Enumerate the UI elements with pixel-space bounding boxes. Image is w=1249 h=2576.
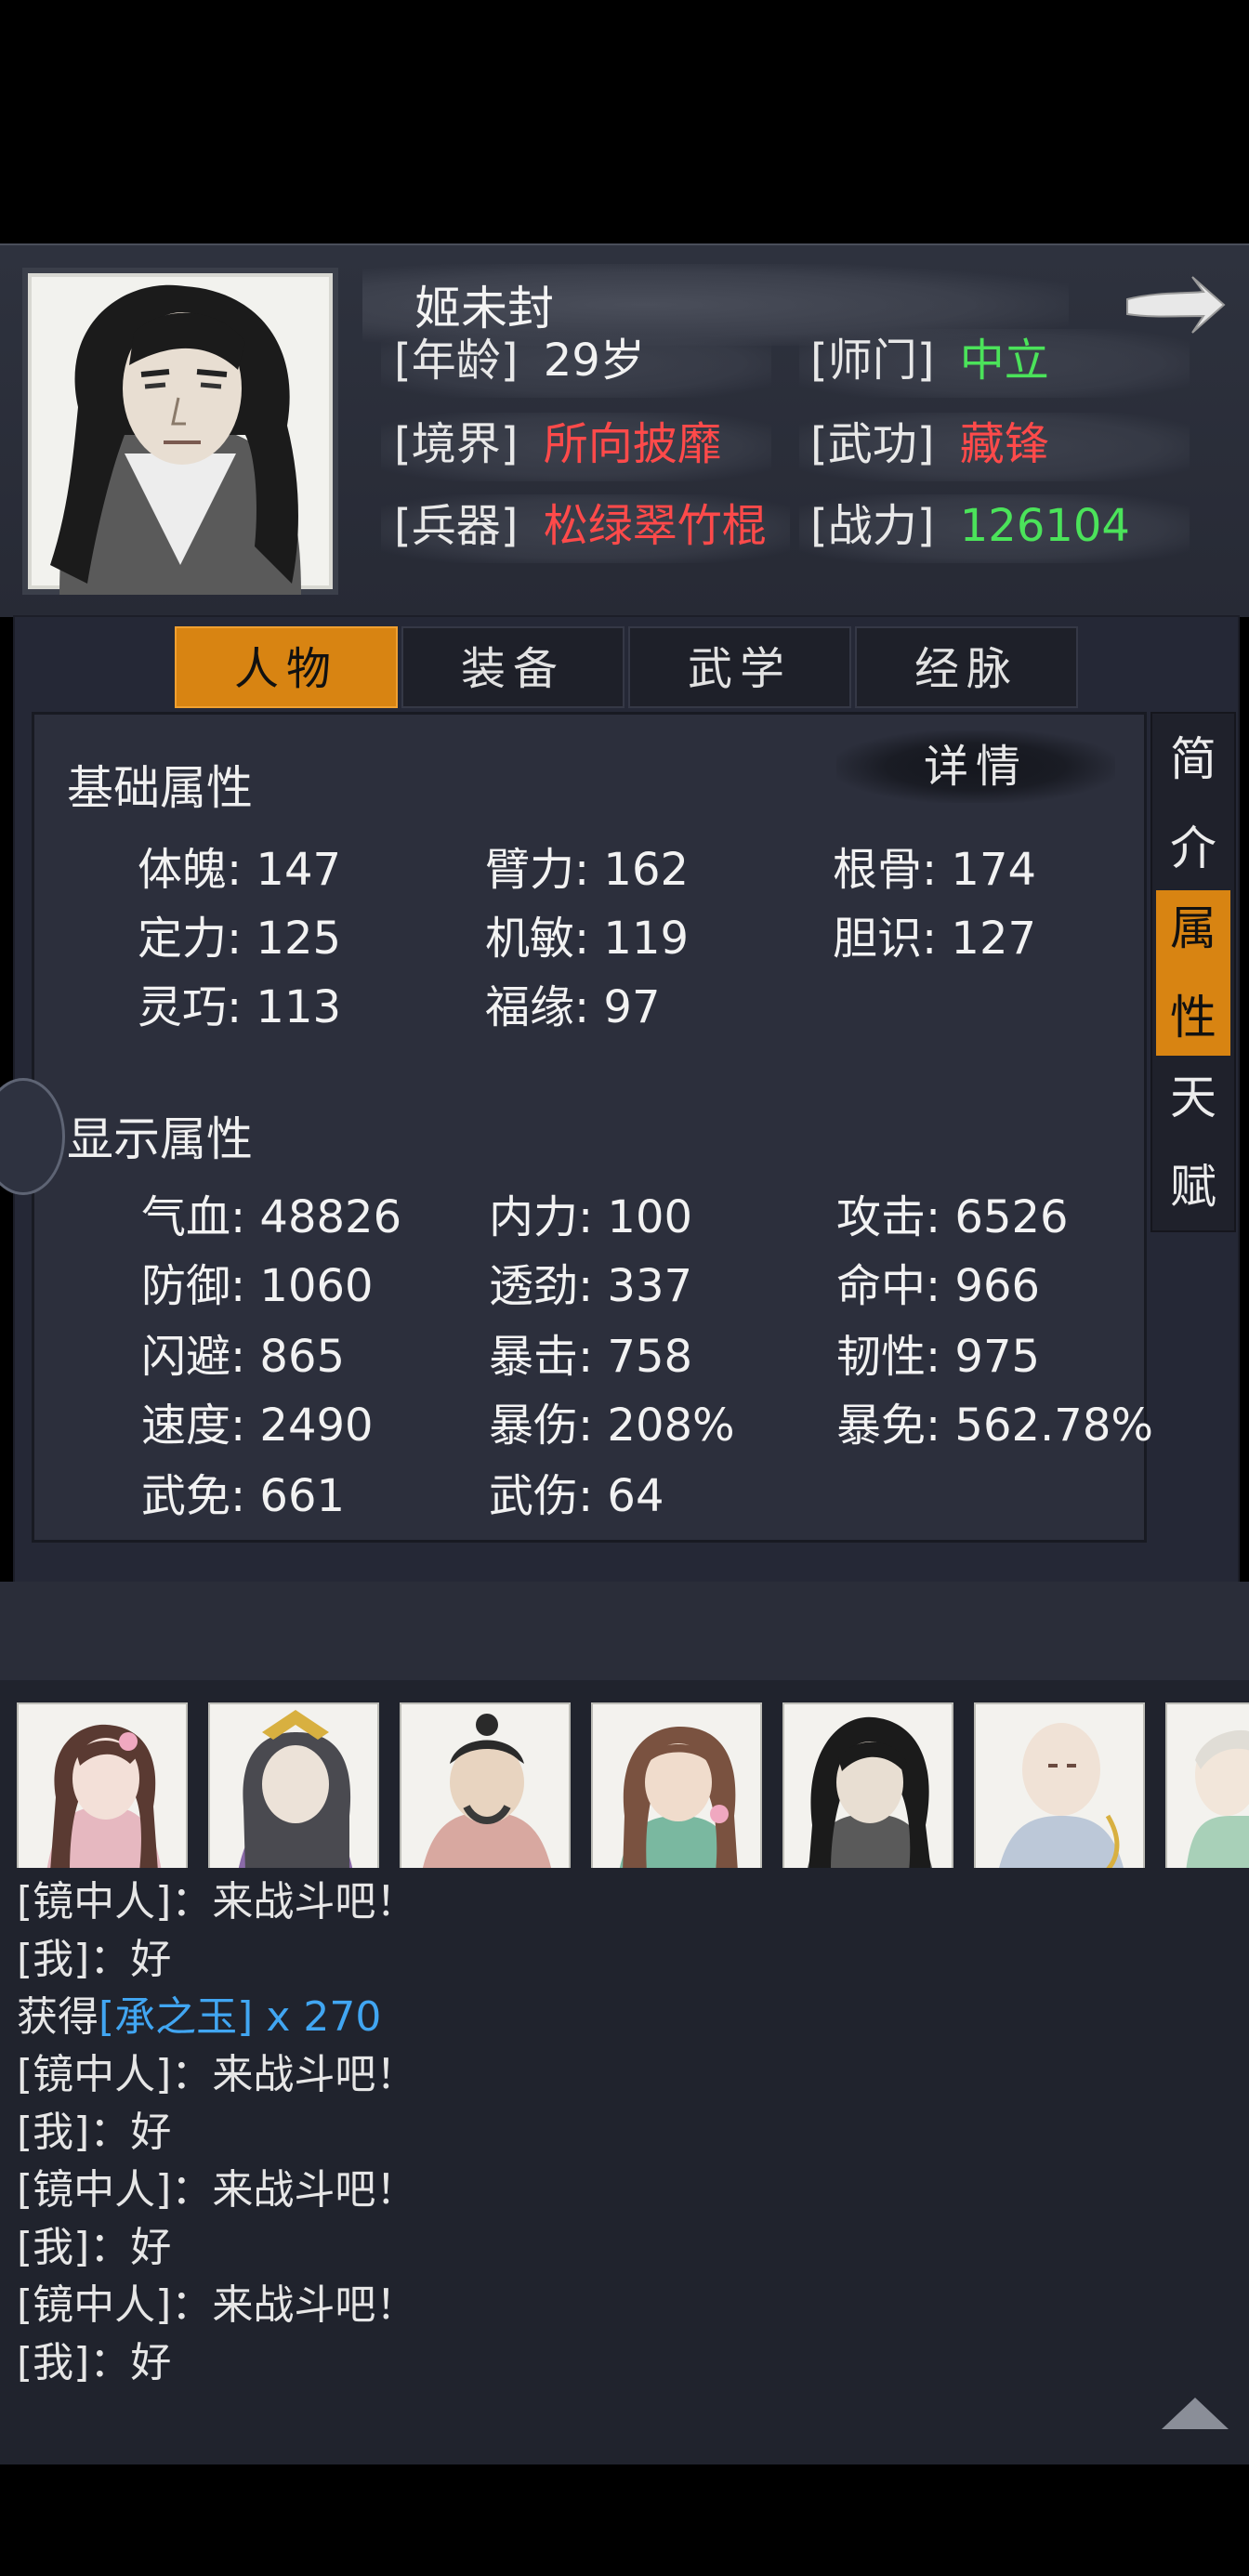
skill-value: 藏锋 xyxy=(959,418,1049,470)
party-member-2[interactable] xyxy=(208,1702,379,1870)
skill-label: [武功] xyxy=(810,418,935,470)
bottom-bar xyxy=(0,2464,1249,2576)
power-label: [战力] xyxy=(810,500,935,552)
chat-line: [镜中人]：来战斗吧！ xyxy=(17,2271,416,2331)
chat-line: [我]：好 xyxy=(17,2098,171,2158)
stat-dexterity: 灵巧: 113 xyxy=(138,981,342,1033)
side-tab-intro[interactable]: 简介 xyxy=(1156,721,1230,887)
side-tab-talent[interactable]: 天赋 xyxy=(1156,1059,1230,1225)
side-tab-intro-label: 简介 xyxy=(1170,732,1216,875)
stat-penetration: 透劲: 337 xyxy=(489,1260,693,1312)
chat-text: [我]：好 xyxy=(17,2224,172,2271)
member-portrait xyxy=(999,1723,1124,1868)
weapon-value: 松绿翠竹棍 xyxy=(543,500,767,552)
chat-text: [我]：好 xyxy=(17,2109,172,2156)
party-member-1[interactable] xyxy=(17,1702,188,1870)
character-portrait[interactable] xyxy=(22,268,338,595)
chat-text: [镜中人]：来战斗吧！ xyxy=(17,2166,417,2214)
stat-dodge: 闪避: 865 xyxy=(141,1331,346,1383)
side-tab-attributes[interactable]: 属性 xyxy=(1156,890,1230,1056)
base-attributes-title: 基础属性 xyxy=(67,761,253,815)
stat-accuracy: 命中: 966 xyxy=(836,1260,1041,1312)
tab-equipment[interactable]: 装备 xyxy=(401,626,624,708)
info-sect: [师门] 中立 xyxy=(810,323,1049,398)
stat-courage: 胆识: 127 xyxy=(833,913,1037,965)
collapse-up-icon[interactable] xyxy=(1156,2392,1234,2433)
stat-hp: 气血: 48826 xyxy=(141,1191,402,1243)
age-value: 29岁 xyxy=(543,335,645,387)
detail-button[interactable]: 详情 xyxy=(836,730,1115,803)
chat-line: [我]：好 xyxy=(17,1925,171,1985)
realm-value: 所向披靡 xyxy=(543,418,722,470)
main-tab-bar: 人物 装备 武学 经脉 xyxy=(175,626,1078,708)
stat-attack: 攻击: 6526 xyxy=(836,1191,1069,1243)
member-portrait xyxy=(619,1727,738,1868)
party-member-4[interactable] xyxy=(591,1702,762,1870)
stat-constitution: 体魄: 147 xyxy=(138,844,342,896)
member-portrait xyxy=(1186,1729,1249,1868)
party-member-6[interactable] xyxy=(974,1702,1145,1870)
info-skill: [武功] 藏锋 xyxy=(810,407,1049,481)
chat-text: [我]：好 xyxy=(17,2339,172,2386)
tab-meridians[interactable]: 经脉 xyxy=(855,626,1078,708)
info-weapon: [兵器] 松绿翠竹棍 xyxy=(394,489,767,563)
chat-line: [我]：好 xyxy=(17,2329,171,2388)
tab-character[interactable]: 人物 xyxy=(175,626,398,708)
chat-line: 获得[承之玉] x 270 xyxy=(17,1983,381,2043)
party-member-5[interactable] xyxy=(782,1702,953,1870)
info-realm: [境界] 所向披靡 xyxy=(394,407,722,481)
realm-label: [境界] xyxy=(394,418,519,470)
stat-martial-damage: 武伤: 64 xyxy=(489,1470,664,1522)
sect-value: 中立 xyxy=(959,335,1049,387)
stat-agility: 机敏: 119 xyxy=(485,913,690,965)
weapon-label: [兵器] xyxy=(394,500,519,552)
member-portrait xyxy=(238,1710,353,1868)
stat-root: 根骨: 174 xyxy=(833,844,1037,896)
stat-crit-damage: 暴伤: 208% xyxy=(489,1400,735,1452)
side-tab-attributes-label: 属性 xyxy=(1170,901,1216,1045)
info-power: [战力] 126104 xyxy=(810,489,1130,563)
member-portrait xyxy=(46,1724,162,1868)
chat-line: [镜中人]：来战斗吧！ xyxy=(17,1868,416,1927)
chat-line: [镜中人]：来战斗吧！ xyxy=(17,2156,416,2215)
stat-crit-resist: 暴免: 562.78% xyxy=(836,1400,1153,1452)
info-age: [年龄] 29岁 xyxy=(394,323,645,398)
portrait-art xyxy=(50,284,301,595)
member-portrait xyxy=(808,1716,932,1868)
chat-line: [镜中人]：来战斗吧！ xyxy=(17,2041,416,2100)
age-label: [年龄] xyxy=(394,335,519,387)
power-value: 126104 xyxy=(959,500,1130,552)
chat-text: [镜中人]：来战斗吧！ xyxy=(17,2051,417,2098)
sect-label: [师门] xyxy=(810,335,935,387)
stat-focus: 定力: 125 xyxy=(138,913,342,965)
stat-defense: 防御: 1060 xyxy=(141,1260,374,1312)
divider-band xyxy=(0,1582,1249,1680)
character-header: 姬未封 [年龄] 29岁 [师门] 中立 [境界] 所向披靡 [武功] 藏锋 [… xyxy=(0,243,1249,617)
stat-martial-resist: 武免: 661 xyxy=(141,1470,346,1522)
stat-speed: 速度: 2490 xyxy=(141,1400,374,1452)
stat-toughness: 韧性: 975 xyxy=(836,1331,1041,1383)
chat-text: [镜中人]：来战斗吧！ xyxy=(17,2281,417,2329)
chat-text: [我]：好 xyxy=(17,1936,172,1983)
side-tab-talent-label: 天赋 xyxy=(1170,1071,1216,1214)
chat-text: [镜中人]：来战斗吧！ xyxy=(17,1878,417,1925)
stat-fortune: 福缘: 97 xyxy=(485,981,661,1033)
member-portrait xyxy=(423,1714,551,1868)
stat-crit: 暴击: 758 xyxy=(489,1331,693,1383)
chat-line: [我]：好 xyxy=(17,2214,171,2273)
party-member-7[interactable] xyxy=(1165,1702,1249,1870)
stat-strength: 臂力: 162 xyxy=(485,844,690,896)
party-member-3[interactable] xyxy=(400,1702,571,1870)
stat-internal-power: 内力: 100 xyxy=(489,1191,693,1243)
display-attributes-title: 显示属性 xyxy=(67,1112,253,1166)
chat-text: 获得 xyxy=(17,1993,99,2041)
side-tab-bar: 简介 属性 天赋 xyxy=(1150,712,1236,1232)
item-link[interactable]: [承之玉] x 270 xyxy=(99,1993,381,2041)
tab-martial-arts[interactable]: 武学 xyxy=(628,626,851,708)
